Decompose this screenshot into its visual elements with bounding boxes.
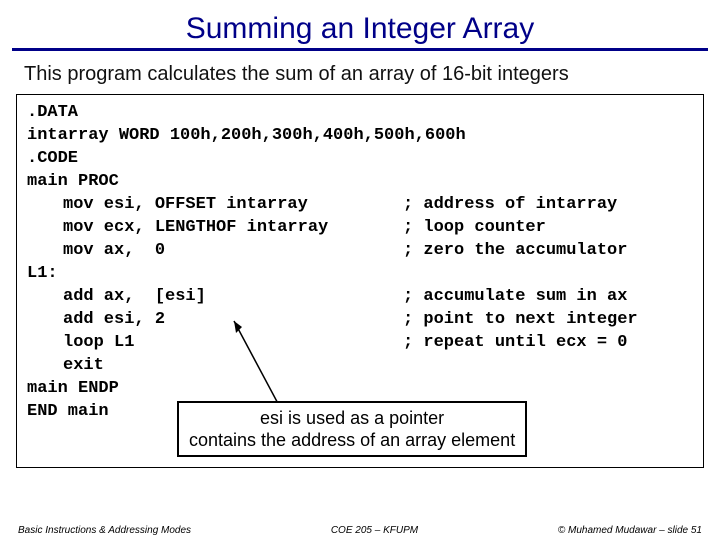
code-comment: ; accumulate sum in ax xyxy=(383,285,627,308)
code-line: mov ecx, LENGTHOF intarray ; loop counte… xyxy=(27,216,693,239)
code-line: add ax, [esi] ; accumulate sum in ax xyxy=(27,285,693,308)
code-line: mov ax, 0 ; zero the accumulator xyxy=(27,239,693,262)
code-line: add esi, 2 ; point to next integer xyxy=(27,308,693,331)
footer-center: COE 205 – KFUPM xyxy=(331,525,418,536)
code-line: loop L1 ; repeat until ecx = 0 xyxy=(27,331,693,354)
footer: Basic Instructions & Addressing Modes CO… xyxy=(0,521,720,546)
code-line: main PROC xyxy=(27,170,693,193)
code-line: L1: xyxy=(27,262,693,285)
code-text: .CODE xyxy=(27,147,78,170)
code-comment: ; loop counter xyxy=(383,216,546,239)
code-text: intarray WORD 100h,200h,300h,400h,500h,6… xyxy=(27,124,466,147)
code-comment: ; address of intarray xyxy=(383,193,617,216)
callout-annotation: esi is used as a pointer contains the ad… xyxy=(177,401,527,457)
code-line: main ENDP xyxy=(27,377,693,400)
code-comment: ; point to next integer xyxy=(383,308,638,331)
footer-left: Basic Instructions & Addressing Modes xyxy=(18,525,191,536)
code-text: main PROC xyxy=(27,170,119,193)
code-line: intarray WORD 100h,200h,300h,400h,500h,6… xyxy=(27,124,693,147)
code-instruction: add esi, 2 xyxy=(63,308,383,331)
code-instruction: exit xyxy=(63,354,383,377)
code-line: exit xyxy=(27,354,693,377)
callout-line: contains the address of an array element xyxy=(189,429,515,451)
footer-right: © Muhamed Mudawar – slide 51 xyxy=(558,525,702,536)
code-text: .DATA xyxy=(27,101,78,124)
code-instruction: mov ax, 0 xyxy=(63,239,383,262)
code-box: .DATA intarray WORD 100h,200h,300h,400h,… xyxy=(16,94,704,468)
slide-subtitle: This program calculates the sum of an ar… xyxy=(18,63,702,86)
code-comment: ; zero the accumulator xyxy=(383,239,627,262)
code-instruction: add ax, [esi] xyxy=(63,285,383,308)
code-line: .DATA xyxy=(27,101,693,124)
code-instruction: mov ecx, LENGTHOF intarray xyxy=(63,216,383,239)
code-text: main ENDP xyxy=(27,377,119,400)
code-line: .CODE xyxy=(27,147,693,170)
code-instruction: mov esi, OFFSET intarray xyxy=(63,193,383,216)
code-instruction: loop L1 xyxy=(63,331,383,354)
code-text: END main xyxy=(27,400,109,423)
slide-title: Summing an Integer Array xyxy=(12,6,708,51)
code-line: mov esi, OFFSET intarray ; address of in… xyxy=(27,193,693,216)
callout-line: esi is used as a pointer xyxy=(189,407,515,429)
code-comment: ; repeat until ecx = 0 xyxy=(383,331,627,354)
code-text: L1: xyxy=(27,262,58,285)
